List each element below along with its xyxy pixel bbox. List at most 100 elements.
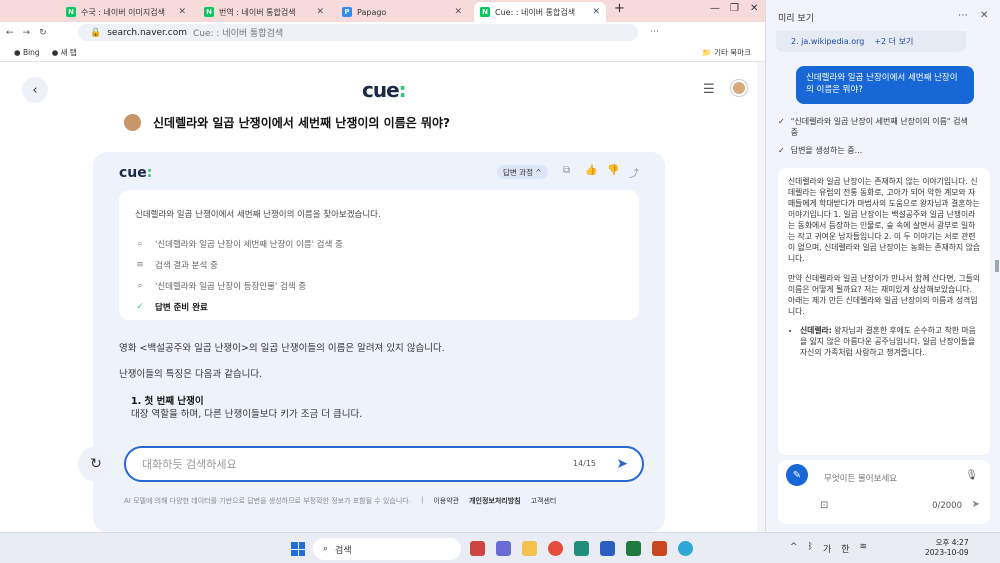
footer-notice: AI 모델에 의해 다양한 데이터를 기반으로 답변을 생성하므로 부정확한 정… — [124, 497, 411, 505]
teams-icon[interactable] — [496, 541, 511, 556]
list-item: 신데렐라: 왕자님과 결혼한 후에도 순수하고 착한 마음을 잃지 않은 아름다… — [800, 325, 980, 358]
step-item: ≡ 검색 결과 분석 중 — [135, 254, 623, 275]
excel-icon[interactable] — [626, 541, 641, 556]
extensions-icon[interactable]: ⋯ — [650, 27, 659, 37]
cue-answer-logo: cue: — [119, 165, 152, 181]
sidebar-paragraph: 신데렐라와 일곱 난장이는 존재하지 않는 이야기입니다. 신데렐라는 유럽의 … — [788, 177, 980, 264]
bookmark-bing[interactable]: ● Bing — [14, 48, 40, 57]
process-toggle-button[interactable]: 답변 과정 ^ — [497, 165, 548, 179]
close-icon[interactable]: ✕ — [592, 7, 600, 17]
edge-icon[interactable] — [574, 541, 589, 556]
app-icon[interactable] — [678, 541, 693, 556]
file-explorer-icon[interactable] — [522, 541, 537, 556]
bookmark-newtab[interactable]: ● 새 탭 — [52, 47, 77, 58]
reset-button[interactable]: ↻ — [78, 446, 114, 482]
user-question: 신데렐라와 일곱 난쟁이에서 세번째 난쟁이의 이름은 뭐야? — [124, 114, 450, 131]
powerpoint-icon[interactable] — [652, 541, 667, 556]
naver-icon: N — [66, 7, 76, 17]
list-icon: ≡ — [136, 259, 144, 270]
send-icon[interactable]: ➤ — [972, 499, 980, 510]
answer-paragraph: 난쟁이들의 특징은 다음과 같습니다. — [119, 369, 263, 381]
clock[interactable]: 오후 4:27 2023-10-09 — [925, 538, 969, 558]
windows-start-icon[interactable] — [291, 542, 305, 556]
mic-icon[interactable]: 🎙 — [965, 470, 978, 481]
chevron-up-icon[interactable]: ^ — [790, 542, 798, 555]
sidebar-title: 미리 보기 — [778, 14, 814, 24]
forward-icon[interactable]: → — [23, 28, 31, 38]
step-text: '신데렐라와 일곱 난장이 등장인물' 검색 중 — [155, 281, 307, 292]
ime-lang[interactable]: 가 — [823, 542, 831, 555]
logo-accent: : — [146, 165, 153, 181]
close-icon[interactable]: ✕ — [980, 10, 988, 21]
bookmark-label: 새 탭 — [60, 47, 77, 57]
reference-links: 2. ja.wikipedia.org +2 더 보기 — [776, 31, 966, 52]
avatar[interactable] — [731, 80, 747, 96]
cue-logo[interactable]: cue: — [362, 78, 407, 102]
new-tab-button[interactable]: + — [614, 1, 625, 16]
sidebar-paragraph: 만약 신데렐라와 일곱 난장이가 만나서 함께 산다면, 그들의 이름은 어떻게… — [788, 273, 980, 316]
bluetooth-icon[interactable]: ᛒ — [808, 542, 813, 555]
list-item-title: 1. 첫 번째 난쟁이 — [131, 395, 204, 407]
reload-icon[interactable]: ↻ — [39, 28, 47, 38]
minimize-icon[interactable]: — — [710, 3, 720, 14]
tab-hydrangea[interactable]: N 수국 : 네이버 이미지검색 ✕ — [60, 2, 192, 22]
tab-cue[interactable]: N Cue: : 네이버 통합검색 ✕ — [474, 2, 606, 22]
naver-icon: N — [204, 7, 214, 17]
close-icon[interactable]: ✕ — [178, 7, 186, 17]
menu-icon[interactable]: ☰ — [703, 82, 715, 97]
progress-item: ✓ 답변을 생성하는 중... — [778, 145, 968, 156]
thumbs-up-icon[interactable]: 👍 — [585, 165, 597, 176]
help-link[interactable]: 고객센터 — [531, 496, 557, 506]
url-text: search.naver.com — [107, 27, 188, 38]
sidebar-answer: 신데렐라와 일곱 난장이는 존재하지 않는 이야기입니다. 신데렐라는 유럽의 … — [778, 168, 990, 455]
more-icon[interactable]: ⋯ — [958, 10, 968, 21]
word-icon[interactable] — [600, 541, 615, 556]
clock-time: 오후 4:27 — [935, 538, 969, 547]
step-item: ⌕ '신데렐라와 일곱 난장이 등장인물' 검색 중 — [135, 275, 623, 296]
terms-link[interactable]: 이용약관 — [433, 496, 459, 506]
wifi-icon[interactable]: ≋ — [860, 542, 868, 555]
image-icon[interactable]: ⊡ — [820, 500, 828, 511]
restore-icon[interactable]: ❐ — [730, 3, 739, 14]
close-icon[interactable]: ✕ — [316, 7, 324, 17]
bookmark-other[interactable]: 📁 기타 북마크 — [702, 47, 751, 58]
privacy-link[interactable]: 개인정보처리방침 — [469, 496, 521, 506]
logo-main: cue — [362, 78, 400, 102]
sidebar-scrollbar[interactable] — [995, 260, 999, 272]
ref-link[interactable]: 2. ja.wikipedia.org — [791, 37, 864, 46]
preview-sidebar: 미리 보기 ⋯ ✕ 2. ja.wikipedia.org +2 더 보기 신데… — [765, 0, 1000, 532]
chat-icon[interactable]: ✎ — [786, 464, 808, 486]
thumbs-down-icon[interactable]: 👎 — [607, 165, 619, 176]
naver-icon: N — [480, 7, 490, 17]
send-icon[interactable]: ➤ — [616, 456, 628, 472]
url-field[interactable]: 🔒 search.naver.com Cue: : 네이버 통합검색 — [78, 24, 638, 41]
more-refs-link[interactable]: +2 더 보기 — [874, 36, 913, 47]
check-icon: ✓ — [136, 301, 144, 312]
bookmark-label: Bing — [22, 47, 40, 57]
sidebar-list: 신데렐라: 왕자님과 결혼한 후에도 순수하고 착한 마음을 잃지 않은 아름다… — [788, 325, 980, 358]
taskbar: ⌕ 검색 ^ ᛒ 가 한 ≋ 오후 4:27 2023-10-09 — [0, 532, 1000, 563]
taskbar-search[interactable]: ⌕ 검색 — [313, 538, 461, 560]
copy-icon[interactable]: ⧉ — [563, 165, 570, 176]
search-icon: ⌕ — [137, 280, 143, 291]
close-window-icon[interactable]: ✕ — [750, 3, 758, 14]
tab-translate[interactable]: N 번역 : 네이버 통합검색 ✕ — [198, 2, 330, 22]
char-counter: 14/15 — [572, 459, 596, 468]
share-icon[interactable]: ⤴ — [629, 165, 639, 180]
close-icon[interactable]: ✕ — [454, 7, 462, 17]
ime-mode[interactable]: 한 — [841, 542, 849, 555]
tab-title: Cue: : 네이버 통합검색 — [495, 7, 576, 17]
progress-text: 답변을 생성하는 중... — [790, 146, 863, 155]
step-text: 답변 준비 완료 — [155, 302, 208, 313]
sidebar-chat-input[interactable]: ✎ 무엇이든 물어보세요 🎙 ⊡ 0/2000 ➤ — [778, 460, 990, 524]
back-icon[interactable]: ← — [6, 28, 14, 38]
back-button[interactable]: ‹ — [22, 77, 48, 103]
chrome-icon[interactable] — [548, 541, 563, 556]
sidebar-placeholder: 무엇이든 물어보세요 — [824, 474, 898, 484]
taskbar-app-icon[interactable] — [470, 541, 485, 556]
bookmarks-bar: ● Bing ● 새 탭 📁 기타 북마크 — [0, 43, 765, 62]
page-scrollbar[interactable] — [757, 62, 765, 532]
tab-papago[interactable]: P Papago ✕ — [336, 2, 468, 22]
chat-input[interactable]: 대화하듯 검색하세요 14/15 ➤ — [124, 446, 644, 482]
logo-accent: : — [398, 78, 407, 102]
